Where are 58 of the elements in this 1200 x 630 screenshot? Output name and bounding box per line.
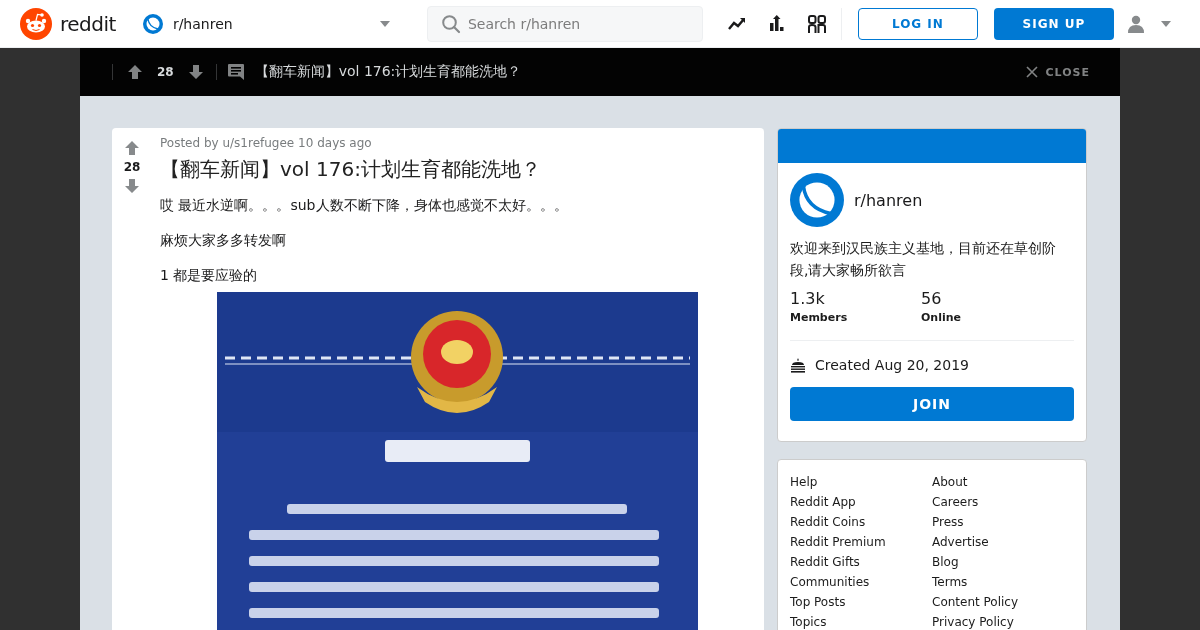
stat-label: Members [790, 311, 849, 324]
footer-link[interactable]: Terms [932, 572, 1074, 592]
logo-icon [20, 7, 52, 40]
footer-link[interactable]: Help [790, 472, 932, 492]
cake-icon [790, 357, 806, 373]
upvote-button[interactable] [124, 140, 140, 156]
footer-link[interactable]: Topics [790, 612, 932, 630]
community-icon [142, 13, 163, 34]
footer-link[interactable]: Advertise [932, 532, 1074, 552]
down-arrow-icon [187, 64, 204, 80]
footer-link[interactable]: Reddit Gifts [790, 552, 932, 572]
post-meta: Posted by u/s1refugee 10 days ago [160, 136, 373, 150]
footer-link[interactable]: Reddit Premium [790, 532, 932, 552]
community-description: 欢迎来到汉民族主义基地，目前还在草创阶段,请大家畅所欲言 [790, 239, 1057, 280]
caret-icon [1159, 19, 1172, 28]
user-menu-button[interactable] [1125, 13, 1172, 34]
login-button[interactable]: LOG IN [857, 7, 978, 40]
post-title: 【翻车新闻】vol 176:计划生育都能洗地？ [254, 63, 523, 81]
footer-link[interactable]: Privacy Policy [932, 612, 1074, 630]
community-name[interactable]: r/hanren [854, 190, 923, 210]
up-arrow-icon [124, 140, 140, 156]
footer-link[interactable]: Top Posts [790, 592, 932, 612]
post-title: 【翻车新闻】vol 176:计划生育都能洗地？ [160, 156, 542, 183]
user-icon [1125, 13, 1146, 34]
post-paragraph: 1 都是要应验的 [160, 266, 259, 285]
down-arrow-icon [124, 178, 140, 194]
footer-link[interactable]: Careers [932, 492, 1074, 512]
footer-link[interactable]: Blog [932, 552, 1074, 572]
footer-link[interactable]: Reddit Coins [790, 512, 932, 532]
footer-link[interactable]: Communities [790, 572, 932, 592]
close-icon [1025, 66, 1038, 78]
downvote-button[interactable] [124, 178, 140, 194]
tile-icon[interactable] [806, 13, 827, 34]
community-name[interactable]: r/hanren [172, 15, 369, 32]
signup-button[interactable]: SIGN UP [993, 7, 1114, 40]
caret-icon [378, 19, 391, 28]
up-arrow-icon [127, 64, 143, 80]
footer-link[interactable]: Content Policy [932, 592, 1074, 612]
search-icon [440, 13, 461, 34]
footer-link[interactable]: Reddit App [790, 492, 932, 512]
community-icon [790, 173, 844, 227]
search-field[interactable]: Search r/hanren [426, 5, 703, 42]
vote-count: 28 [123, 160, 141, 174]
comment-icon [226, 63, 245, 81]
footer-link[interactable]: About [932, 472, 1074, 492]
vote-count: 28 [157, 65, 174, 79]
footer-link[interactable]: Press [932, 512, 1074, 532]
logo-wordmark[interactable]: reddit [60, 11, 116, 36]
stat-value: 1.3k [790, 289, 826, 308]
post-paragraph: 麻烦大家多多转发啊 [160, 231, 287, 250]
upvote-button[interactable] [127, 64, 143, 80]
close-button[interactable]: CLOSE [1025, 65, 1090, 79]
stat-label: Online [921, 311, 962, 324]
created-date: Created Aug 20, 2019 [815, 357, 969, 373]
downvote-button[interactable] [187, 64, 204, 80]
stat-value: 56 [921, 289, 943, 308]
join-button[interactable]: JOIN [790, 387, 1074, 421]
post-paragraph: 哎 最近水逆啊。。。sub人数不断下降，身体也感觉不太好。。。 [160, 196, 569, 215]
